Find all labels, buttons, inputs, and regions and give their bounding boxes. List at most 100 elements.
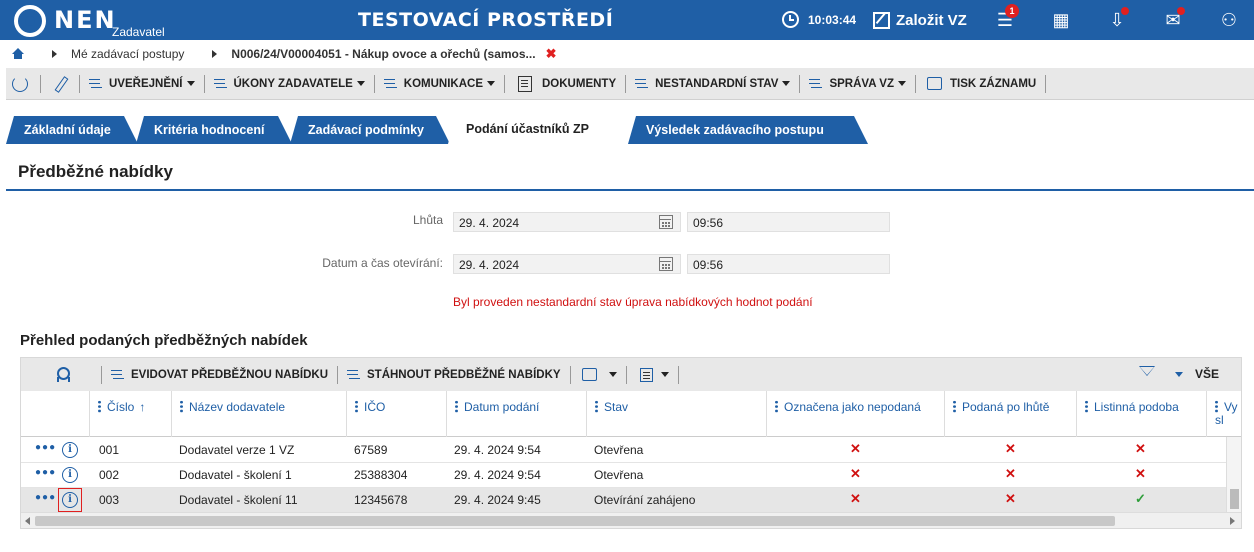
column-supplier-name[interactable]: Název dodavatele bbox=[171, 391, 346, 437]
tab-procedure-result[interactable]: Výsledek zadávacího postupu bbox=[628, 116, 868, 144]
toolbar-publishing-menu[interactable]: UVEŘEJNĚNÍ bbox=[86, 72, 198, 96]
info-icon[interactable]: i bbox=[62, 442, 78, 458]
breadcrumb-separator-icon bbox=[212, 50, 218, 58]
inbox-button[interactable]: ⇩ bbox=[1102, 6, 1132, 34]
row-menu-icon[interactable]: ●●● bbox=[35, 467, 56, 478]
tab-basic-info[interactable]: Základní údaje bbox=[6, 116, 138, 144]
table-row[interactable]: ●●● i 002 Dodavatel - školení 1 25388304… bbox=[21, 463, 1241, 488]
list-icon bbox=[89, 78, 103, 90]
toolbar-nonstandard-state-menu[interactable]: NESTANDARDNÍ STAV bbox=[632, 72, 793, 96]
mail-alert-dot bbox=[1177, 7, 1185, 15]
column-state[interactable]: Stav bbox=[586, 391, 766, 437]
opening-time-field[interactable]: 09:56 bbox=[687, 254, 890, 274]
refresh-icon[interactable] bbox=[12, 75, 28, 92]
toolbar-divider bbox=[1045, 74, 1047, 93]
toolbar-documents-button[interactable]: DOKUMENTY bbox=[511, 72, 619, 96]
breadcrumb-my-procedures[interactable]: Mé zadávací postupy bbox=[71, 47, 184, 61]
breadcrumb-current-procedure[interactable]: N006/24/V00004051 - Nákup ovoce a ořechů… bbox=[231, 47, 535, 61]
create-contract-button[interactable]: Založit VZ bbox=[869, 6, 971, 34]
cross-icon: ✕ bbox=[850, 441, 861, 456]
toolbar-divider bbox=[337, 365, 338, 384]
column-submitted-late[interactable]: Podaná po lhůtě bbox=[944, 391, 1076, 437]
deadline-time-field[interactable]: 09:56 bbox=[687, 212, 890, 232]
print-menu-button[interactable] bbox=[577, 363, 620, 387]
toolbar-divider bbox=[569, 365, 571, 384]
print-icon bbox=[926, 77, 942, 90]
toolbar-label: TISK ZÁZNAMU bbox=[949, 77, 1037, 90]
toolbar-divider bbox=[79, 74, 80, 93]
column-menu-icon[interactable] bbox=[455, 400, 458, 413]
column-number[interactable]: Číslo ↑ bbox=[89, 391, 171, 437]
column-truncated[interactable]: Vy sl bbox=[1206, 391, 1241, 437]
toolbar-label: KOMUNIKACE bbox=[403, 77, 483, 90]
scroll-right-icon[interactable] bbox=[1230, 517, 1235, 525]
award-icon[interactable] bbox=[55, 366, 71, 383]
toolbar-divider bbox=[101, 365, 102, 384]
toolbar-contract-management-menu[interactable]: SPRÁVA VZ bbox=[806, 72, 909, 96]
toolbar-divider bbox=[504, 74, 505, 93]
column-menu-icon[interactable] bbox=[775, 400, 778, 413]
logo-text[interactable]: NEN bbox=[54, 6, 117, 34]
horizontal-scrollbar[interactable] bbox=[21, 512, 1241, 528]
cross-icon: ✕ bbox=[1135, 441, 1146, 456]
column-menu-icon[interactable] bbox=[1215, 400, 1218, 413]
pencil-icon[interactable] bbox=[53, 77, 67, 91]
show-all-dropdown[interactable]: VŠE bbox=[1175, 367, 1219, 381]
messages-button[interactable]: ✉ bbox=[1158, 6, 1188, 34]
filter-icon[interactable] bbox=[1139, 366, 1155, 376]
vertical-scrollbar[interactable] bbox=[1226, 437, 1241, 512]
cell-supplier: Dodavatel - školení 1 bbox=[179, 468, 292, 482]
horizontal-scroll-thumb[interactable] bbox=[35, 516, 1115, 526]
sort-ascending-icon[interactable]: ↑ bbox=[139, 400, 145, 414]
column-menu-icon[interactable] bbox=[355, 400, 358, 413]
table-row[interactable]: ●●● i 003 Dodavatel - školení 11 1234567… bbox=[21, 488, 1241, 513]
tasks-menu-button[interactable]: ☰ 1 bbox=[990, 4, 1020, 34]
toolbar-divider bbox=[799, 74, 801, 93]
nen-logo-icon[interactable] bbox=[14, 5, 46, 37]
calculator-button[interactable]: ▦ bbox=[1046, 6, 1076, 34]
tab-evaluation-criteria[interactable]: Kritéria hodnocení bbox=[136, 116, 292, 144]
toolbar-communication-menu[interactable]: KOMUNIKACE bbox=[381, 72, 498, 96]
calendar-icon[interactable] bbox=[659, 215, 673, 229]
create-contract-label: Založit VZ bbox=[896, 11, 967, 29]
deadline-date-field[interactable]: 29. 4. 2024 bbox=[453, 212, 681, 232]
column-marked-not-submitted[interactable]: Označena jako nepodaná bbox=[766, 391, 944, 437]
toolbar-contracting-actions-menu[interactable]: ÚKONY ZADAVATELE bbox=[211, 72, 368, 96]
environment-title: TESTOVACÍ PROSTŘEDÍ bbox=[358, 9, 614, 31]
calendar-icon[interactable] bbox=[659, 257, 673, 271]
opening-label: Datum a čas otevírání: bbox=[322, 256, 443, 270]
table-row[interactable]: ●●● i 001 Dodavatel verze 1 VZ 67589 29.… bbox=[21, 438, 1241, 463]
cross-icon: ✕ bbox=[1005, 466, 1016, 481]
nonstandard-state-warning: Byl proveden nestandardní stav úprava na… bbox=[453, 295, 813, 309]
row-menu-icon[interactable]: ●●● bbox=[35, 442, 56, 453]
download-offers-button[interactable]: STÁHNOUT PŘEDBĚŽNÉ NABÍDKY bbox=[344, 363, 564, 387]
column-menu-icon[interactable] bbox=[1085, 400, 1088, 413]
column-ico[interactable]: IČO bbox=[346, 391, 446, 437]
column-menu-icon[interactable] bbox=[953, 400, 956, 413]
row-menu-icon[interactable]: ●●● bbox=[35, 492, 56, 503]
close-procedure-icon[interactable]: ✖ bbox=[546, 46, 557, 62]
home-icon[interactable] bbox=[12, 48, 24, 60]
toolbar-divider bbox=[203, 74, 205, 93]
list-icon bbox=[635, 78, 649, 90]
opening-date-field[interactable]: 29. 4. 2024 bbox=[453, 254, 681, 274]
column-menu-icon[interactable] bbox=[595, 400, 598, 413]
register-offer-button[interactable]: EVIDOVAT PŘEDBĚŽNOU NABÍDKU bbox=[108, 363, 331, 387]
list-icon bbox=[347, 369, 361, 381]
cell-number: 001 bbox=[99, 443, 120, 457]
vertical-scroll-thumb[interactable] bbox=[1230, 489, 1239, 509]
export-menu-button[interactable] bbox=[633, 363, 672, 387]
toolbar-print-record-button[interactable]: TISK ZÁZNAMU bbox=[922, 72, 1039, 96]
tab-tender-conditions[interactable]: Zadávací podmínky bbox=[290, 116, 450, 144]
edit-icon bbox=[873, 11, 890, 29]
info-icon[interactable]: i bbox=[62, 467, 78, 483]
user-profile-button[interactable]: ⚇ bbox=[1214, 6, 1244, 34]
tab-participant-submissions[interactable]: Podání účastníků ZP bbox=[448, 114, 630, 144]
info-icon[interactable]: i bbox=[62, 492, 78, 508]
column-submission-date[interactable]: Datum podání bbox=[446, 391, 586, 437]
column-menu-icon[interactable] bbox=[180, 400, 183, 413]
scroll-left-icon[interactable] bbox=[25, 517, 30, 525]
column-paper-form[interactable]: Listinná podoba bbox=[1076, 391, 1206, 437]
column-menu-icon[interactable] bbox=[98, 400, 101, 413]
list-icon bbox=[111, 369, 125, 381]
